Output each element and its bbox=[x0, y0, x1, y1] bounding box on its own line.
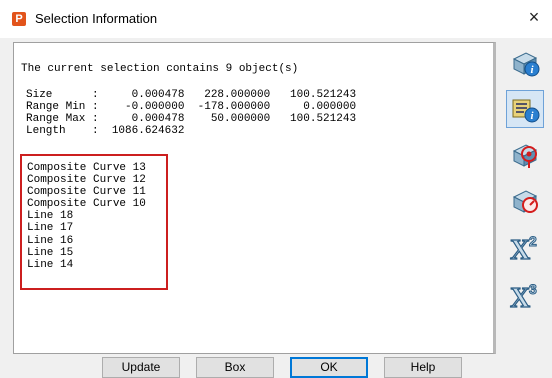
x-cubed-button[interactable]: X 3 bbox=[506, 276, 544, 314]
selection-summary: The current selection contains 9 object(… bbox=[21, 63, 299, 75]
button-bar: Update Box OK Help bbox=[0, 354, 552, 378]
x-cubed-icon: X 3 bbox=[509, 281, 537, 312]
help-button[interactable]: Help bbox=[384, 357, 462, 378]
ok-button[interactable]: OK bbox=[290, 357, 368, 378]
list-info-button[interactable]: i bbox=[506, 90, 544, 128]
selected-objects-highlight: Composite Curve 13 Composite Curve 12 Co… bbox=[20, 154, 168, 290]
title-bar: P Selection Information × bbox=[0, 0, 552, 38]
side-toolbar: i i X 2 X 3 bbox=[506, 44, 546, 344]
app-icon: P bbox=[12, 12, 26, 26]
box-button[interactable]: Box bbox=[196, 357, 274, 378]
info-button[interactable]: i bbox=[506, 44, 544, 82]
measure-button[interactable] bbox=[506, 182, 544, 220]
x-squared-button[interactable]: X 2 bbox=[506, 228, 544, 266]
info-icon: i bbox=[512, 52, 540, 77]
measure-icon bbox=[512, 190, 538, 213]
svg-text:2: 2 bbox=[529, 233, 537, 249]
x-squared-icon: X 2 bbox=[509, 233, 537, 264]
pick-component-button[interactable] bbox=[506, 136, 544, 174]
selected-objects-list: Composite Curve 13 Composite Curve 12 Co… bbox=[27, 162, 146, 271]
window-title: Selection Information bbox=[35, 11, 158, 26]
svg-text:X: X bbox=[510, 235, 530, 263]
update-button[interactable]: Update bbox=[102, 357, 180, 378]
selection-stats: Size : 0.000478 228.000000 100.521243 Ra… bbox=[26, 89, 357, 137]
selection-output-panel[interactable]: The current selection contains 9 object(… bbox=[13, 42, 496, 354]
pick-component-icon bbox=[512, 144, 538, 168]
svg-text:X: X bbox=[510, 283, 530, 311]
list-info-icon: i bbox=[512, 99, 540, 123]
close-button[interactable]: × bbox=[524, 7, 544, 27]
svg-text:3: 3 bbox=[529, 281, 537, 297]
